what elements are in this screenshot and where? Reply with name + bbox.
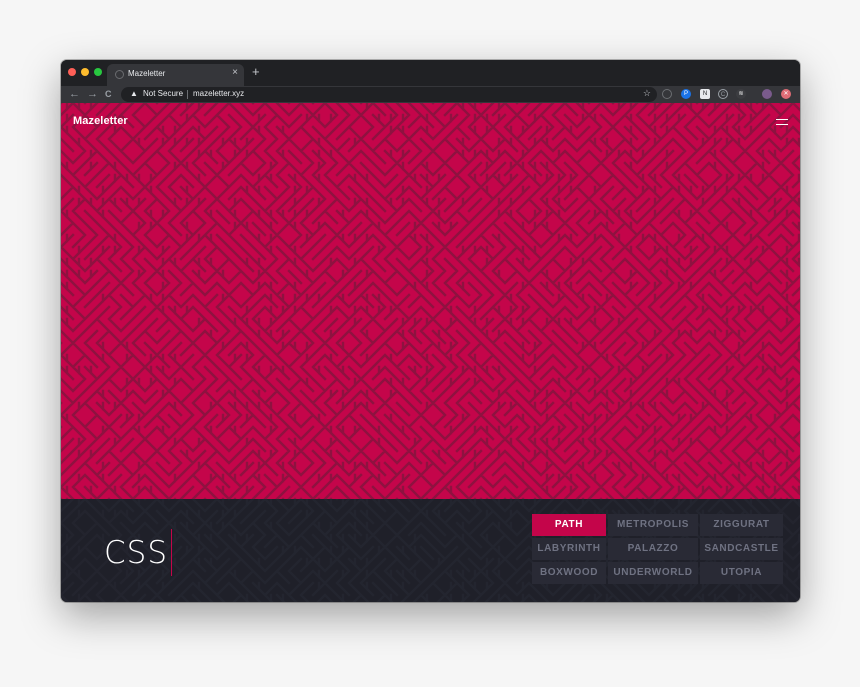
reload-button[interactable]: C	[105, 87, 112, 101]
back-button[interactable]: ←	[69, 87, 80, 101]
globe-icon	[115, 70, 124, 79]
minimize-window-button[interactable]	[81, 68, 89, 76]
text-cursor	[171, 529, 172, 576]
bookmark-star-icon[interactable]: ☆	[643, 88, 651, 99]
font-button-ziggurat[interactable]: ZIGGURAT	[700, 514, 783, 536]
layers-extension-icon[interactable]: ≋	[736, 89, 746, 99]
font-button-path[interactable]: PATH	[532, 514, 606, 536]
preview-text-input[interactable]: CSS	[104, 535, 168, 571]
menu-extension-icon[interactable]: ✕	[781, 89, 791, 99]
close-tab-icon[interactable]: ×	[232, 67, 238, 78]
browser-toolbar: ← → C ▲ Not Secure mazeletter.xyz ☆ P N …	[61, 86, 800, 103]
tab-strip: Mazeletter × +	[61, 60, 800, 86]
profile-avatar[interactable]	[762, 89, 772, 99]
maze-pattern	[61, 103, 800, 499]
font-button-underworld[interactable]: UNDERWORLD	[608, 562, 698, 584]
font-button-metropolis[interactable]: METROPOLIS	[608, 514, 698, 536]
web-page: Mazeletter CSS PATH METROPOLIS ZIGGURAT LAB…	[61, 103, 800, 602]
maze-preview-area: Mazeletter	[61, 103, 800, 499]
font-selector-grid: PATH METROPOLIS ZIGGURAT LABYRINTH PALAZZO SA…	[532, 514, 783, 585]
zoom-window-button[interactable]	[94, 68, 102, 76]
url-text[interactable]: mazeletter.xyz	[193, 89, 244, 98]
browser-window: Mazeletter × + ← → C ▲ Not Secure mazele…	[61, 60, 800, 602]
site-logo[interactable]: Mazeletter	[73, 115, 128, 127]
security-label[interactable]: Not Secure	[143, 89, 183, 98]
p-extension-icon[interactable]: P	[681, 89, 691, 99]
divider	[187, 90, 188, 99]
address-bar[interactable]: ▲ Not Secure mazeletter.xyz ☆	[121, 87, 657, 102]
c-extension-icon[interactable]: C	[718, 89, 728, 99]
controls-panel: CSS PATH METROPOLIS ZIGGURAT LABYRINTH PALAZ…	[61, 499, 800, 602]
tab-title: Mazeletter	[128, 69, 166, 78]
hamburger-menu-icon[interactable]	[776, 119, 788, 125]
font-button-labyrinth[interactable]: LABYRINTH	[532, 538, 606, 560]
maze-lines	[61, 103, 800, 499]
font-button-boxwood[interactable]: BOXWOOD	[532, 562, 606, 584]
font-button-sandcastle[interactable]: SANDCASTLE	[700, 538, 783, 560]
info-extension-icon[interactable]	[662, 89, 672, 99]
notion-extension-icon[interactable]: N	[700, 89, 710, 99]
forward-button[interactable]: →	[87, 87, 98, 101]
font-button-palazzo[interactable]: PALAZZO	[608, 538, 698, 560]
close-window-button[interactable]	[68, 68, 76, 76]
warning-icon: ▲	[130, 89, 138, 98]
tab-mazeletter[interactable]: Mazeletter ×	[107, 64, 244, 86]
window-controls	[68, 68, 102, 76]
new-tab-button[interactable]: +	[252, 64, 260, 79]
font-button-utopia[interactable]: UTOPIA	[700, 562, 783, 584]
